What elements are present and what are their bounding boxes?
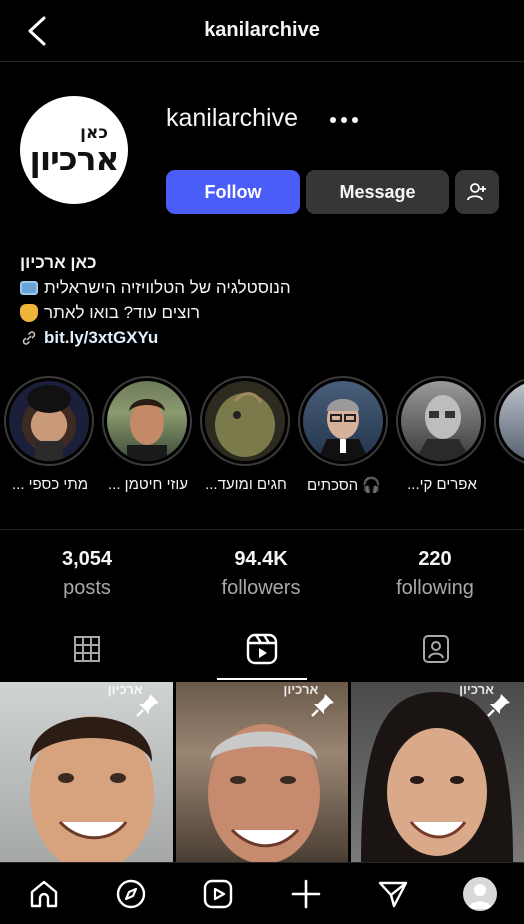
bio-line-2: רוצים עוד? בואו לאתר — [44, 303, 200, 322]
pin-icon — [311, 694, 335, 717]
profile-avatar[interactable]: כאן ארכיון — [20, 96, 128, 204]
highlight-item[interactable] — [494, 376, 524, 466]
stat-label: posts — [63, 577, 111, 599]
home-icon — [30, 880, 57, 907]
create-icon — [291, 879, 320, 908]
divider — [0, 529, 524, 530]
stat-value: 94.4K — [234, 548, 288, 570]
bio-name: כאן ארכיון — [20, 253, 97, 272]
reels-icon — [204, 879, 233, 908]
profile-username: kanilarchive — [166, 104, 299, 132]
pin-icon — [135, 694, 159, 717]
top-bar: kanilarchive — [0, 0, 524, 62]
nav-profile[interactable] — [458, 872, 502, 916]
posts-count[interactable]: 3,054 posts — [0, 548, 174, 600]
story-highlights: מתי כספי ... עוזי חיטמן ... חגים ומועד..… — [0, 376, 524, 506]
tab-tagged[interactable] — [349, 618, 524, 680]
highlight-label: עוזי חיטמן ... — [108, 476, 188, 493]
nav-home[interactable] — [22, 872, 66, 916]
highlight-item[interactable]: חגים ומועד... — [200, 376, 292, 493]
tv-icon — [20, 280, 38, 295]
reels-grid: ארכיון ארכיון ארכיון — [0, 682, 524, 862]
tab-reels[interactable] — [175, 618, 350, 680]
bio-line-1: הנוסטלגיה של הטלוויזיה הישראלית — [44, 278, 291, 297]
avatar-logo-bottom: ארכיון — [29, 139, 120, 178]
profile-bio: כאן ארכיון הנוסטלגיה של הטלוויזיה הישראל… — [20, 250, 500, 350]
stat-value: 3,054 — [61, 548, 113, 570]
highlight-label: מתי כספי ... — [11, 476, 88, 493]
nav-create[interactable] — [284, 872, 328, 916]
following-count[interactable]: 220 following — [348, 548, 522, 600]
reels-icon — [246, 633, 278, 665]
profile-tabs — [0, 618, 524, 680]
explore-icon — [116, 879, 146, 908]
profile-stats: 3,054 posts 94.4K followers 220 followin… — [0, 548, 524, 600]
nav-reels[interactable] — [196, 872, 240, 916]
pin-icon — [487, 694, 511, 717]
chevron-left-icon[interactable] — [22, 14, 52, 48]
add-user-button[interactable] — [455, 170, 499, 214]
add-user-icon — [467, 183, 486, 201]
highlight-item[interactable]: עוזי חיטמן ... — [102, 376, 194, 493]
nav-explore[interactable] — [109, 872, 153, 916]
direct-icon — [378, 881, 408, 907]
tagged-icon — [423, 635, 450, 663]
reel-thumbnail[interactable]: ארכיון — [175, 682, 349, 862]
page-title: kanilarchive — [204, 19, 320, 41]
highlight-label: אפרים קי... — [407, 476, 477, 493]
more-horizontal-icon[interactable] — [330, 110, 370, 130]
grid-icon — [74, 636, 101, 662]
followers-count[interactable]: 94.4K followers — [174, 548, 348, 600]
highlight-label: 🎧 הסכתים — [306, 477, 382, 494]
reel-thumbnail[interactable]: ארכיון — [0, 682, 173, 862]
pointing-hand-icon — [20, 303, 38, 322]
follow-button[interactable]: Follow — [166, 170, 300, 214]
stat-label: followers — [221, 577, 301, 599]
highlight-item[interactable]: מתי כספי ... — [4, 376, 96, 493]
link-icon — [22, 330, 36, 345]
tab-posts[interactable] — [0, 618, 175, 680]
bottom-navigation — [0, 862, 524, 924]
bio-link[interactable]: bit.ly/3xtGXYu — [44, 325, 158, 350]
highlight-label: חגים ומועד... — [205, 476, 287, 493]
highlight-item[interactable]: 🎧 הסכתים — [298, 376, 390, 494]
message-button[interactable]: Message — [306, 170, 449, 214]
stat-value: 220 — [418, 548, 452, 570]
nav-direct[interactable] — [371, 872, 415, 916]
reel-thumbnail[interactable]: ארכיון — [351, 682, 524, 862]
profile-avatar — [463, 876, 498, 911]
stat-label: following — [396, 577, 474, 599]
highlight-item[interactable]: אפרים קי... — [396, 376, 488, 493]
